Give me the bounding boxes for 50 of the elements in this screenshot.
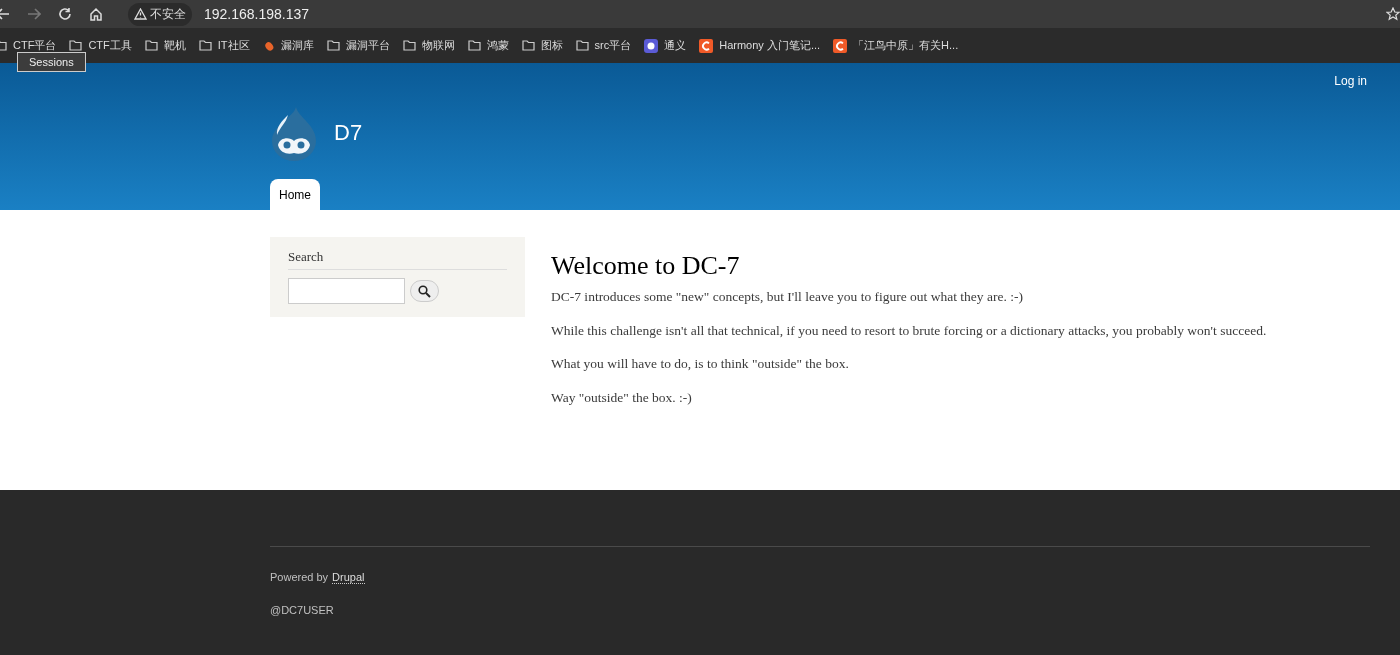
bookmark-item[interactable]: CTF工具 (69, 38, 132, 53)
folder-icon (144, 40, 158, 51)
forward-icon[interactable] (27, 7, 41, 21)
bookmark-item[interactable]: 漏洞平台 (326, 38, 390, 53)
search-field[interactable] (288, 278, 405, 304)
folder-icon (402, 40, 416, 51)
paragraph: While this challenge isn't all that technical, if you need to resort to brute forcing or a dictionary attacks, you probably won't succeed. (551, 322, 1267, 339)
bookmark-item[interactable]: CTF平台 (0, 38, 57, 53)
tooltip: Sessions (17, 52, 86, 72)
reload-icon[interactable] (58, 7, 72, 21)
folder-icon (521, 40, 535, 51)
drupal-link[interactable]: Drupal (332, 571, 365, 584)
bug-icon (262, 39, 275, 52)
bookmark-item[interactable]: 漏洞库 (262, 38, 314, 53)
folder-icon (69, 40, 83, 51)
bookmark-item[interactable]: 通义 (644, 38, 687, 53)
block-title: Search (288, 249, 507, 270)
search-icon (418, 284, 431, 298)
site-name[interactable]: D7 (334, 120, 363, 146)
bookmark-item[interactable]: src平台 (575, 38, 632, 53)
folder-icon (575, 40, 589, 51)
security-label: 不安全 (150, 5, 186, 23)
folder-icon (326, 40, 340, 51)
search-button[interactable] (410, 280, 439, 302)
folder-icon (467, 40, 481, 51)
page-title: Welcome to DC-7 (551, 251, 741, 281)
bookmark-item[interactable]: 靶机 (144, 38, 186, 53)
star-icon[interactable] (1386, 7, 1400, 21)
paragraph: What you will have to do, is to think "outside" the box. (551, 356, 850, 372)
bookmark-item[interactable]: IT社区 (198, 38, 250, 53)
c-logo-icon (699, 38, 714, 53)
bookmark-item[interactable]: 图标 (521, 38, 563, 53)
folder-icon (198, 40, 212, 51)
address-field[interactable]: 192.168.198.137 (204, 6, 310, 22)
app-icon (644, 38, 659, 53)
bookmark-item[interactable]: 「江鸟中原」有关H... (833, 38, 959, 53)
bookmark-item[interactable]: 物联网 (402, 38, 455, 53)
security-chip[interactable]: 不安全 (128, 2, 192, 26)
bookmark-item[interactable]: 鸿蒙 (467, 38, 509, 53)
home-icon[interactable] (89, 7, 103, 21)
nav-tab[interactable]: Home (270, 179, 320, 213)
c-logo-icon (833, 38, 848, 53)
warning-icon (134, 8, 147, 20)
footer-user: @DC7USER (270, 604, 335, 616)
powered-by-text: Powered by (270, 571, 329, 584)
paragraph: Way "outside" the box. :-) (551, 389, 693, 406)
back-icon[interactable] (0, 7, 10, 21)
bookmark-item[interactable]: Harmony 入门笔记... (699, 38, 821, 53)
paragraph: DC-7 introduces some "new" concepts, but I'll leave you to figure out what they are. :-) (551, 289, 1024, 305)
login-link[interactable]: Log in (1334, 74, 1367, 88)
